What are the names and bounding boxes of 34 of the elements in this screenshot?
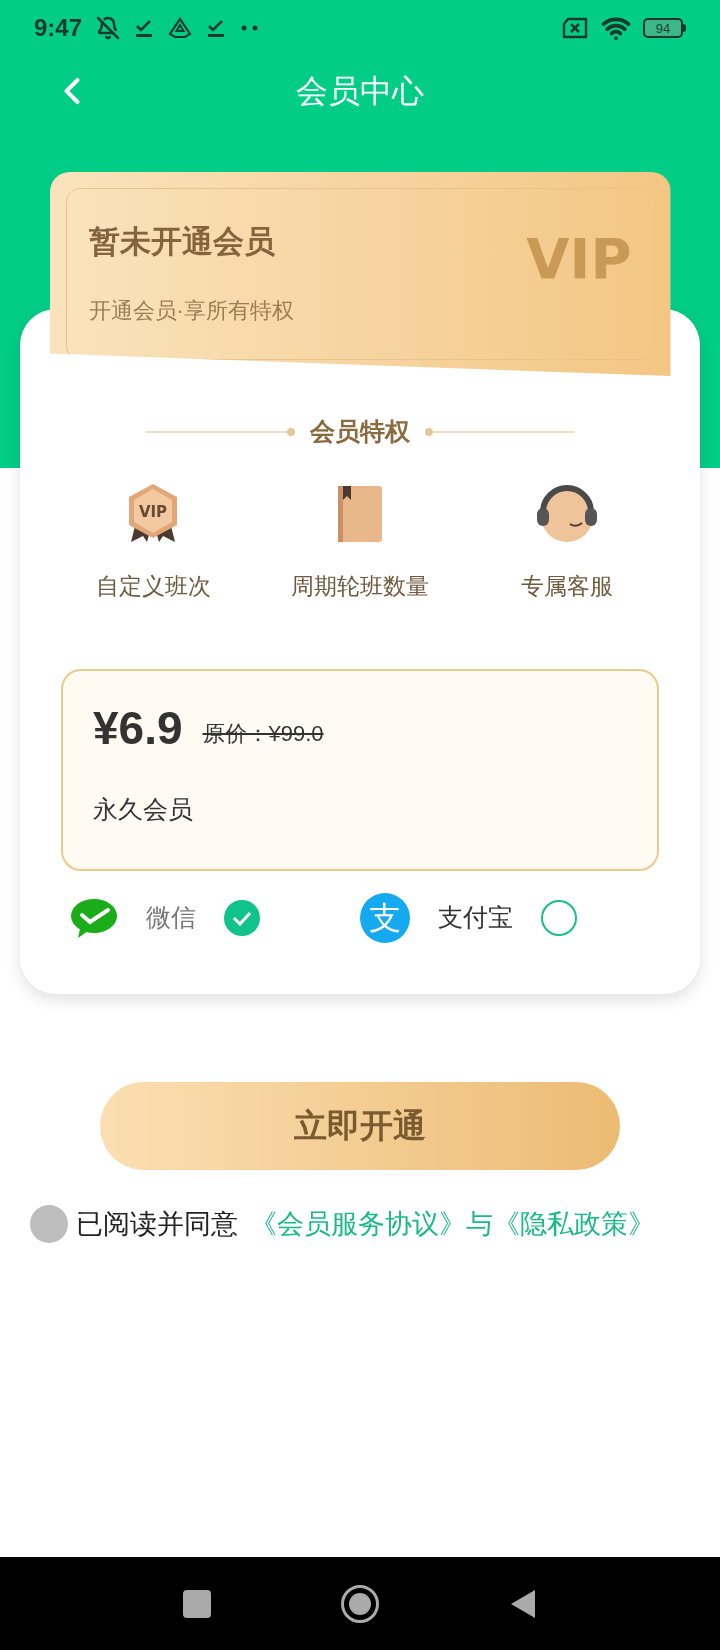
original-price: 原价：¥99.0	[202, 723, 324, 745]
plan-name: 永久会员	[93, 794, 194, 825]
vip-watermark: VIP	[526, 231, 632, 293]
alipay-icon: 支	[360, 893, 410, 943]
triangle-icon	[168, 17, 193, 39]
agreement-link[interactable]: 《会员服务协议》与《隐私政策》	[250, 1204, 655, 1245]
agreement-text: 已阅读并同意	[76, 1208, 238, 1241]
back-nav-icon[interactable]	[509, 1587, 537, 1620]
battery-icon: 94	[643, 18, 683, 38]
download-done-icon	[206, 18, 227, 38]
status-time: 9:47	[34, 13, 83, 43]
membership-subtitle: 开通会员·享所有特权	[88, 296, 294, 325]
benefit-label: 专属客服	[520, 571, 613, 601]
book-icon	[335, 483, 385, 544]
activate-button[interactable]: 立即开通	[100, 1082, 620, 1170]
payment-label: 支付宝	[438, 902, 513, 934]
plan-option[interactable]: ¥6.9 原价：¥99.0 永久会员	[61, 669, 659, 871]
benefit-label: 自定义班次	[95, 571, 211, 601]
benefit-label: 周期轮班数量	[291, 571, 429, 601]
payment-radio[interactable]	[541, 900, 577, 936]
membership-status: 暂未开通会员	[88, 223, 276, 261]
benefits-title: 会员特权	[310, 416, 410, 447]
payment-label: 微信	[146, 902, 196, 934]
check-icon	[232, 910, 252, 926]
agree-checkbox[interactable]	[30, 1205, 68, 1244]
home-button[interactable]	[341, 1584, 379, 1623]
chat-check-icon	[70, 897, 118, 939]
payment-radio[interactable]	[224, 900, 260, 936]
bell-off-icon	[96, 16, 121, 40]
recents-button[interactable]	[183, 1589, 211, 1618]
no-sim-icon	[561, 17, 589, 39]
download-done-icon	[134, 18, 155, 38]
plan-price: ¥6.9	[93, 705, 183, 751]
page-title: 会员中心	[296, 72, 424, 111]
